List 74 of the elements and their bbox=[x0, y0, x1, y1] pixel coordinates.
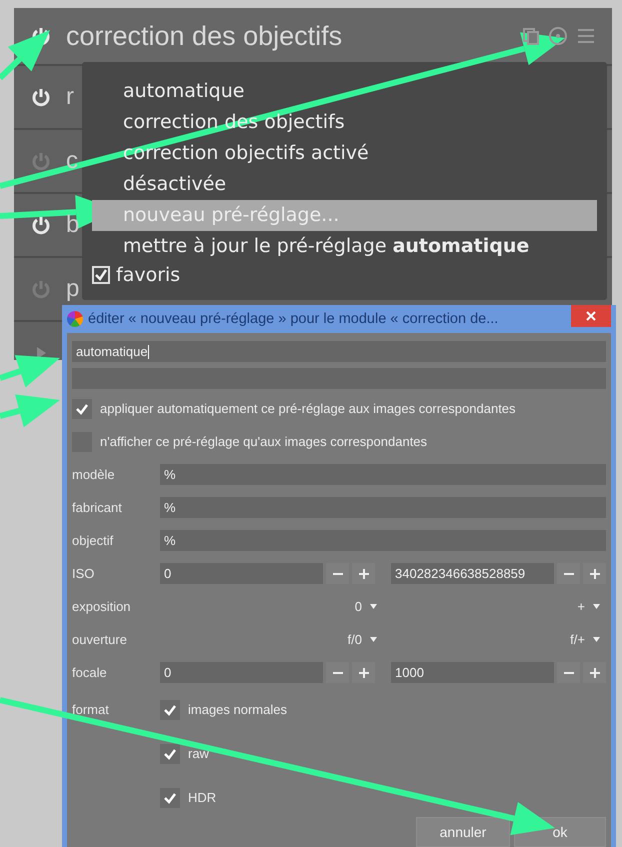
close-icon bbox=[586, 311, 596, 321]
checkbox[interactable] bbox=[72, 398, 92, 418]
dropdown-caret-icon bbox=[370, 637, 377, 642]
dialog-button[interactable]: annuler bbox=[416, 817, 510, 847]
plus-icon bbox=[590, 668, 600, 678]
name-field[interactable]: automatique bbox=[72, 341, 606, 362]
menu-icon[interactable] bbox=[576, 27, 596, 45]
minus-button[interactable] bbox=[326, 662, 349, 683]
checkbox-label: HDR bbox=[188, 790, 216, 805]
field-label: exposition bbox=[72, 599, 132, 614]
field-label: ouverture bbox=[72, 632, 128, 647]
power-icon[interactable] bbox=[30, 150, 52, 172]
module-header[interactable]: correction des objectifs bbox=[14, 8, 612, 64]
checkbox-label: appliquer automatiquement ce pré-réglage aux images correspondantes bbox=[100, 401, 516, 416]
minus-icon bbox=[332, 672, 342, 674]
dropdown-value[interactable]: 0 bbox=[354, 599, 362, 614]
minus-icon bbox=[332, 572, 342, 574]
minus-icon bbox=[564, 572, 574, 574]
dropdown-value[interactable]: f/0 bbox=[348, 632, 362, 647]
minus-icon bbox=[564, 672, 574, 674]
field-label: format bbox=[72, 701, 110, 717]
checkbox[interactable] bbox=[160, 700, 180, 720]
module-title: p bbox=[66, 275, 80, 303]
plus-button[interactable] bbox=[583, 563, 606, 584]
text-field[interactable]: % bbox=[160, 497, 606, 518]
annotation-arrow bbox=[0, 394, 60, 428]
module-title: b bbox=[66, 211, 80, 239]
dialog-title: éditer « nouveau pré-réglage » pour le module « correction de... bbox=[88, 311, 500, 327]
text-field[interactable]: % bbox=[160, 464, 606, 485]
number-field[interactable]: 0 bbox=[160, 563, 323, 584]
plus-button[interactable] bbox=[583, 662, 606, 683]
reset-icon[interactable] bbox=[548, 26, 568, 46]
plus-icon bbox=[358, 568, 368, 578]
field-label: objectif bbox=[72, 533, 114, 548]
plus-icon bbox=[358, 668, 368, 678]
close-button[interactable] bbox=[571, 305, 611, 327]
menu-item[interactable]: mettre à jour le pré-réglage automatique bbox=[92, 231, 597, 262]
copy-icon[interactable] bbox=[522, 27, 540, 45]
module-title: r bbox=[66, 83, 74, 111]
plus-button[interactable] bbox=[352, 563, 375, 584]
checkbox-label: images normales bbox=[188, 702, 287, 717]
minus-button[interactable] bbox=[557, 563, 580, 584]
checkbox-label: raw bbox=[188, 746, 209, 761]
number-field[interactable]: 340282346638528859 bbox=[391, 563, 554, 584]
field-label: modèle bbox=[72, 467, 116, 482]
checkbox-label: n'afficher ce pré-réglage qu'aux images correspondantes bbox=[100, 434, 428, 449]
menu-item[interactable]: correction objectifs activé bbox=[92, 138, 597, 169]
field-label: ISO bbox=[72, 566, 96, 581]
minus-button[interactable] bbox=[557, 662, 580, 683]
checkbox[interactable] bbox=[92, 266, 110, 284]
power-icon[interactable] bbox=[30, 214, 52, 236]
dropdown-caret-icon bbox=[593, 604, 600, 609]
text-field[interactable]: % bbox=[160, 530, 606, 551]
number-field[interactable]: 0 bbox=[160, 662, 323, 683]
dropdown-caret-icon bbox=[370, 604, 377, 609]
field-label: focale bbox=[72, 665, 108, 680]
dropdown-value[interactable]: + bbox=[577, 599, 585, 614]
plus-button[interactable] bbox=[352, 662, 375, 683]
plus-icon bbox=[590, 568, 600, 578]
checkbox[interactable] bbox=[160, 744, 180, 764]
power-icon[interactable] bbox=[30, 86, 52, 108]
dropdown-caret-icon bbox=[593, 637, 600, 642]
menu-item[interactable]: automatique bbox=[92, 76, 597, 107]
module-title: correction des objectifs bbox=[66, 20, 344, 52]
menu-item[interactable]: favoris bbox=[116, 264, 180, 286]
check-icon bbox=[94, 268, 108, 282]
minus-button[interactable] bbox=[326, 563, 349, 584]
app-icon bbox=[67, 311, 83, 327]
checkbox[interactable] bbox=[160, 788, 180, 808]
menu-item[interactable]: désactivée bbox=[92, 169, 597, 200]
annotation-arrow bbox=[0, 355, 60, 388]
field-label: fabricant bbox=[72, 500, 123, 515]
dropdown-value[interactable]: f/+ bbox=[570, 632, 585, 647]
number-field[interactable]: 1000 bbox=[391, 662, 554, 683]
